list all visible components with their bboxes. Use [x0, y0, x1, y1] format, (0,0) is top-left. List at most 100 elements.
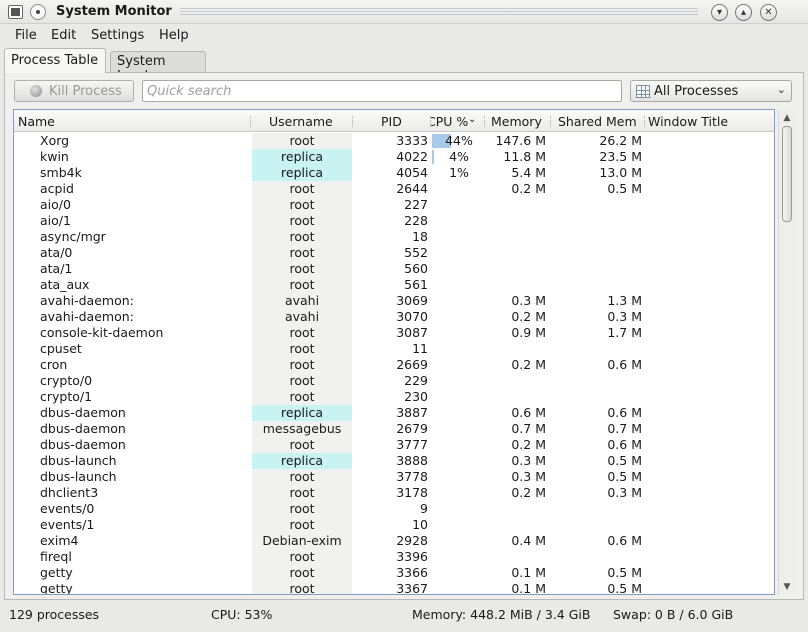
process-username: root	[252, 341, 352, 357]
process-memory	[488, 277, 546, 293]
cpu-usage: CPU: 53%	[211, 607, 273, 622]
kill-process-button[interactable]: Kill Process	[14, 80, 134, 102]
menu-help[interactable]: Help	[159, 28, 189, 43]
table-row[interactable]: dbus-launch replica 3888 0.3 M 0.5 M	[14, 453, 774, 469]
process-cpu	[432, 229, 486, 245]
process-memory	[488, 501, 546, 517]
process-name: crypto/0	[40, 373, 93, 388]
process-name: dbus-launch	[40, 453, 117, 468]
process-pid: 3178	[396, 485, 428, 500]
table-row[interactable]: fireql root 3396	[14, 549, 774, 565]
process-memory	[488, 517, 546, 533]
menu-edit[interactable]: Edit	[51, 28, 76, 43]
title-bar: System Monitor ▾ ▴ ✕	[0, 0, 808, 24]
table-row[interactable]: getty root 3367 0.1 M 0.5 M	[14, 581, 774, 594]
process-pid: 3778	[396, 469, 428, 484]
column-separator[interactable]	[550, 116, 551, 127]
table-row[interactable]: avahi-daemon: avahi 3069 0.3 M 1.3 M	[14, 293, 774, 309]
process-shared-mem	[552, 341, 642, 357]
tab-system-load[interactable]: System Load	[110, 51, 206, 84]
process-cpu	[432, 293, 486, 309]
column-header-pid[interactable]: PID	[381, 114, 402, 129]
process-username: root	[252, 373, 352, 389]
process-cpu	[432, 549, 486, 565]
table-row[interactable]: ata_aux root 561	[14, 277, 774, 293]
table-row[interactable]: kwin replica 4022 4% 11.8 M 23.5 M	[14, 149, 774, 165]
column-separator[interactable]	[250, 116, 251, 127]
table-row[interactable]: getty root 3366 0.1 M 0.5 M	[14, 565, 774, 581]
table-row[interactable]: events/0 root 9	[14, 501, 774, 517]
process-pid: 560	[404, 261, 428, 276]
table-row[interactable]: async/mgr root 18	[14, 229, 774, 245]
process-username: root	[252, 245, 352, 261]
process-count: 129 processes	[9, 607, 100, 622]
quick-search-input[interactable]	[142, 80, 622, 102]
table-row[interactable]: dhclient3 root 3178 0.2 M 0.3 M	[14, 485, 774, 501]
process-shared-mem	[552, 517, 642, 533]
table-row[interactable]: dbus-daemon replica 3887 0.6 M 0.6 M	[14, 405, 774, 421]
process-memory: 0.2 M	[511, 309, 546, 324]
table-row[interactable]: avahi-daemon: avahi 3070 0.2 M 0.3 M	[14, 309, 774, 325]
titlebar-decoration	[180, 8, 698, 15]
process-shared-mem: 0.5 M	[607, 469, 642, 484]
column-header-memory[interactable]: Memory	[491, 114, 542, 129]
process-shared-mem: 0.6 M	[607, 357, 642, 372]
column-separator[interactable]	[352, 116, 353, 127]
table-row[interactable]: dbus-daemon messagebus 2679 0.7 M 0.7 M	[14, 421, 774, 437]
table-row[interactable]: events/1 root 10	[14, 517, 774, 533]
table-row[interactable]: dbus-launch root 3778 0.3 M 0.5 M	[14, 469, 774, 485]
column-separator[interactable]	[484, 116, 485, 127]
process-cpu	[432, 469, 486, 485]
table-row[interactable]: ata/1 root 560	[14, 261, 774, 277]
minimize-icon[interactable]: ▾	[711, 4, 728, 21]
table-row[interactable]: crypto/0 root 229	[14, 373, 774, 389]
vertical-scrollbar[interactable]: ▲ ▼	[778, 110, 794, 595]
process-memory: 0.9 M	[511, 325, 546, 340]
menu-settings[interactable]: Settings	[91, 28, 144, 43]
process-username: root	[252, 389, 352, 405]
table-header: Name Username PID CPU % ⌄ Memory Shared …	[14, 110, 774, 132]
close-icon[interactable]: ✕	[760, 4, 777, 21]
process-username: root	[252, 181, 352, 197]
table-row[interactable]: cron root 2669 0.2 M 0.6 M	[14, 357, 774, 373]
swap-usage: Swap: 0 B / 6.0 GiB	[613, 607, 734, 622]
table-row[interactable]: crypto/1 root 230	[14, 389, 774, 405]
process-cpu	[432, 405, 486, 421]
maximize-icon[interactable]: ▴	[735, 4, 752, 21]
column-header-cpu[interactable]: CPU %	[431, 114, 471, 129]
pin-icon[interactable]	[30, 4, 46, 20]
table-row[interactable]: smb4k replica 4054 1% 5.4 M 13.0 M	[14, 165, 774, 181]
process-username: root	[252, 277, 352, 293]
process-username: Debian-exim	[252, 533, 352, 549]
process-name: dbus-daemon	[40, 421, 126, 436]
column-separator[interactable]	[644, 116, 645, 127]
table-row[interactable]: console-kit-daemon root 3087 0.9 M 1.7 M	[14, 325, 774, 341]
scroll-down-icon[interactable]: ▼	[781, 582, 793, 592]
table-row[interactable]: cpuset root 11	[14, 341, 774, 357]
tab-process-table[interactable]: Process Table	[4, 48, 106, 73]
table-row[interactable]: ata/0 root 552	[14, 245, 774, 261]
process-username: root	[252, 325, 352, 341]
column-header-window-title[interactable]: Window Title	[648, 114, 728, 129]
process-filter-select[interactable]: All Processes ⌄	[630, 80, 792, 102]
window-menu-icon[interactable]	[8, 5, 23, 19]
scrollbar-thumb[interactable]	[782, 126, 792, 222]
process-name: exim4	[40, 533, 79, 548]
table-row[interactable]: exim4 Debian-exim 2928 0.4 M 0.6 M	[14, 533, 774, 549]
table-row[interactable]: Xorg root 3333 44% 147.6 M 26.2 M	[14, 133, 774, 149]
table-row[interactable]: acpid root 2644 0.2 M 0.5 M	[14, 181, 774, 197]
process-pid: 229	[404, 373, 428, 388]
table-row[interactable]: aio/0 root 227	[14, 197, 774, 213]
column-header-name[interactable]: Name	[18, 114, 55, 129]
process-cpu	[432, 485, 486, 501]
process-pid: 552	[404, 245, 428, 260]
column-header-shared-mem[interactable]: Shared Mem	[558, 114, 637, 129]
process-name: fireql	[40, 549, 72, 564]
column-header-username[interactable]: Username	[269, 114, 333, 129]
process-username: root	[252, 581, 352, 594]
table-row[interactable]: aio/1 root 228	[14, 213, 774, 229]
scroll-up-icon[interactable]: ▲	[781, 113, 793, 123]
process-shared-mem: 23.5 M	[599, 149, 642, 164]
table-row[interactable]: dbus-daemon root 3777 0.2 M 0.6 M	[14, 437, 774, 453]
menu-file[interactable]: File	[15, 28, 37, 43]
